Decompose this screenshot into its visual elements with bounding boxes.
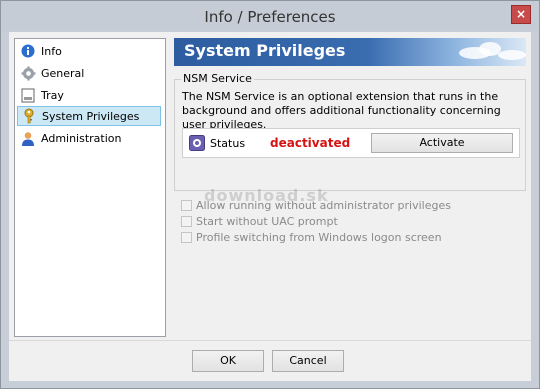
sidebar-item-administration[interactable]: Administration xyxy=(17,128,161,148)
checkbox[interactable] xyxy=(181,232,192,243)
sidebar-item-tray[interactable]: Tray xyxy=(17,85,161,105)
user-icon xyxy=(20,130,36,146)
section-title: System Privileges xyxy=(184,41,346,60)
option-label: Start without UAC prompt xyxy=(196,215,338,228)
tray-icon xyxy=(20,87,36,103)
watermark: download.sk xyxy=(204,186,329,205)
status-label: Status xyxy=(210,137,246,150)
cloud-decoration xyxy=(498,50,526,60)
checkbox[interactable] xyxy=(181,200,192,211)
sidebar-item-label: Tray xyxy=(41,88,64,102)
sidebar-item-label: System Privileges xyxy=(42,109,140,123)
sidebar-item-system-privileges[interactable]: System Privileges xyxy=(17,106,161,126)
footer-divider xyxy=(9,340,531,341)
ok-button[interactable]: OK xyxy=(192,350,264,372)
section-header: System Privileges xyxy=(174,38,526,66)
window-title: Info / Preferences xyxy=(204,8,336,26)
sidebar: Info General Tray System Privileges Admi… xyxy=(14,38,166,337)
sidebar-item-label: General xyxy=(41,66,85,80)
preferences-window: Info / Preferences × Info General Tray S… xyxy=(0,0,540,389)
status-value: deactivated xyxy=(270,136,351,150)
option-start-without-uac[interactable]: Start without UAC prompt xyxy=(181,214,338,229)
sidebar-item-label: Info xyxy=(41,44,62,58)
sidebar-item-label: Administration xyxy=(41,131,122,145)
settings-panel: System Privileges NSM Service The NSM Se… xyxy=(174,38,529,328)
title-bar[interactable]: Info / Preferences × xyxy=(1,1,539,31)
gear-icon xyxy=(20,65,36,81)
sidebar-item-general[interactable]: General xyxy=(17,63,161,83)
checkbox[interactable] xyxy=(181,216,192,227)
option-profile-switching[interactable]: Profile switching from Windows logon scr… xyxy=(181,230,442,245)
group-label: NSM Service xyxy=(181,72,254,85)
nsm-service-group: NSM Service The NSM Service is an option… xyxy=(174,72,526,191)
info-icon xyxy=(20,43,36,59)
key-icon xyxy=(21,108,37,124)
status-panel: Status deactivated Activate xyxy=(182,128,520,158)
dialog-client-area: Info General Tray System Privileges Admi… xyxy=(9,32,531,381)
close-button[interactable]: × xyxy=(511,5,531,24)
nsm-description: The NSM Service is an optional extension… xyxy=(182,90,501,131)
cancel-button[interactable]: Cancel xyxy=(272,350,344,372)
activate-button[interactable]: Activate xyxy=(371,133,513,153)
sidebar-item-info[interactable]: Info xyxy=(17,41,161,61)
service-icon xyxy=(189,135,205,151)
option-label: Profile switching from Windows logon scr… xyxy=(196,231,442,244)
